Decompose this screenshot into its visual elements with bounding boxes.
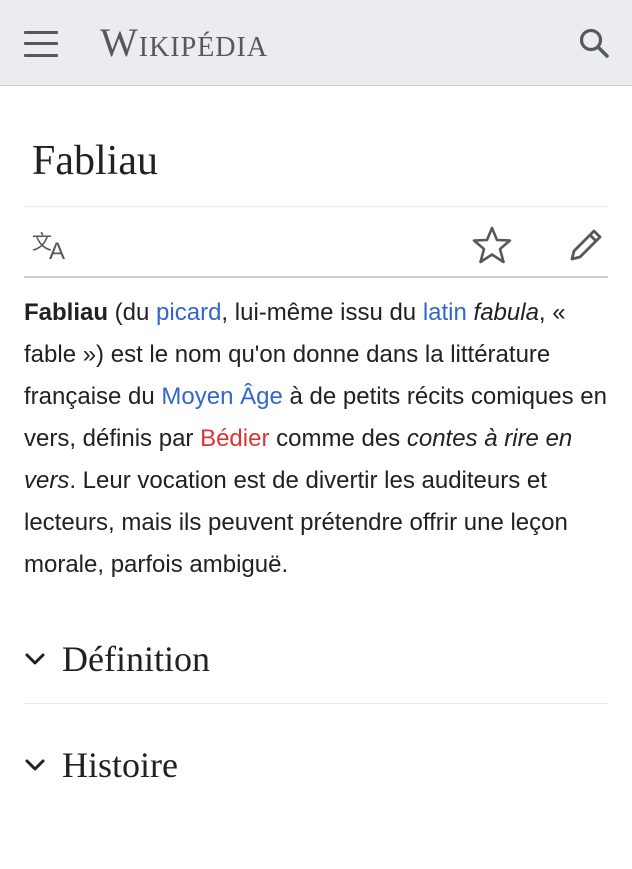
intro-text: (du (108, 299, 157, 327)
search-icon[interactable] (578, 27, 610, 59)
intro-term: Fabliau (24, 299, 109, 327)
link-picard[interactable]: picard (156, 299, 221, 326)
language-icon[interactable]: 文 A (32, 225, 72, 265)
star-icon[interactable] (472, 225, 512, 265)
page-title: Fabliau (32, 138, 158, 184)
link-latin[interactable]: latin (423, 299, 467, 326)
link-moyen-age[interactable]: Moyen Âge (161, 383, 282, 410)
section-histoire[interactable]: Histoire (24, 720, 608, 810)
intro-paragraph: Fabliau (du picard, lui-même issu du lat… (24, 292, 608, 586)
intro-text: comme des (269, 425, 407, 453)
page-actions-toolbar: 文 A (24, 206, 608, 279)
hamburger-menu-icon[interactable] (24, 30, 58, 57)
article-content: Fabliau 文 A Fabliau (du picard, lui-même… (0, 136, 632, 810)
section-title: Histoire (62, 745, 178, 786)
section-title: Définition (62, 638, 210, 679)
intro-text (467, 299, 474, 326)
intro-text: . Leur vocation est de divertir les audi… (24, 467, 568, 579)
chevron-down-icon (25, 653, 45, 665)
link-bedier[interactable]: Bédier (200, 425, 269, 452)
latin-word: fabula (473, 299, 539, 327)
wikipedia-wordmark[interactable]: Wikipédia (100, 19, 268, 66)
intro-text: , lui-même issu du (221, 299, 423, 327)
pencil-icon[interactable] (566, 225, 606, 265)
app-header: Wikipédia (0, 0, 632, 86)
section-definition[interactable]: Définition (24, 614, 608, 705)
svg-text:A: A (49, 238, 65, 265)
chevron-down-icon (25, 759, 45, 771)
